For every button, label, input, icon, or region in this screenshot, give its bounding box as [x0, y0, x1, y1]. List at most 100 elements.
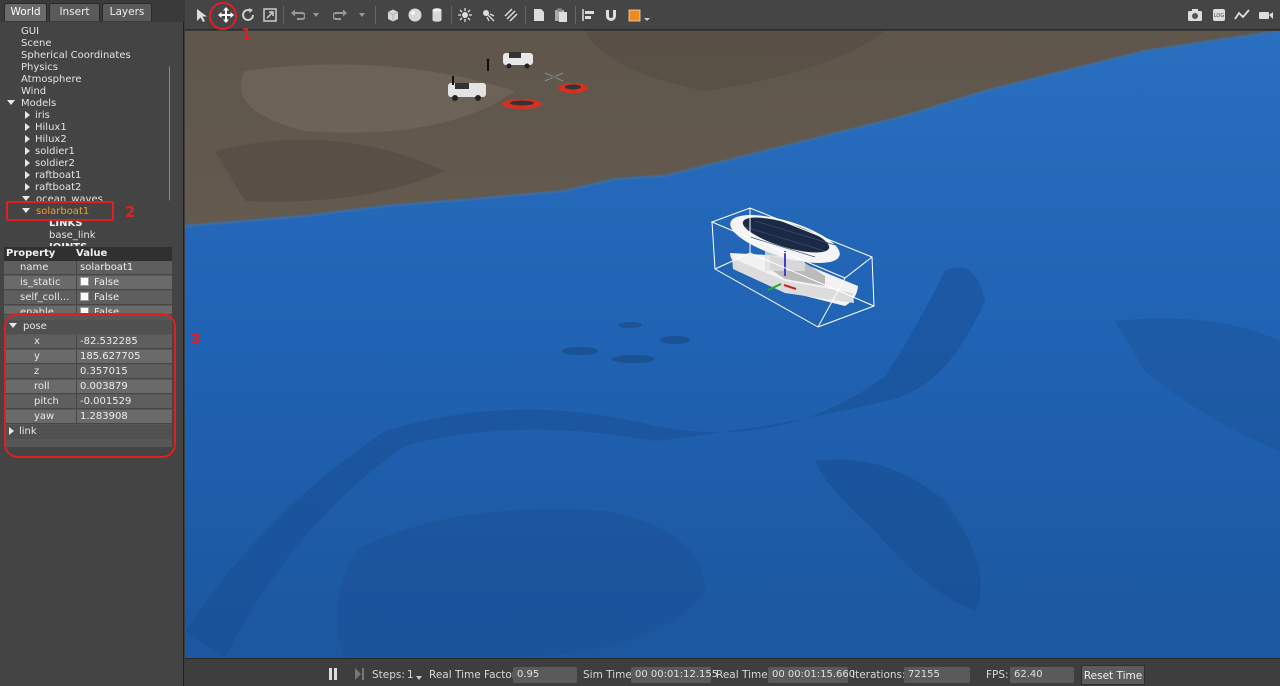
tab-layers[interactable]: Layers [102, 3, 152, 21]
tree-item-atmosphere[interactable]: Atmosphere [21, 74, 82, 86]
annotation-box-3 [4, 313, 176, 458]
scale-mode-button[interactable] [260, 5, 280, 25]
tree-item-spherical-coordinates[interactable]: Spherical Coordinates [21, 50, 131, 62]
sim-time-value: 00 00:01:12.155 [631, 667, 718, 683]
panel-tabs: World Insert Layers [0, 0, 184, 22]
submerged-shape [611, 355, 655, 363]
checkbox[interactable] [80, 292, 89, 301]
insert-cylinder-button[interactable] [427, 5, 447, 25]
directional-light-icon [504, 8, 518, 22]
undo-history-dropdown[interactable] [311, 5, 321, 25]
tree-item-gui[interactable]: GUI [21, 26, 39, 38]
log-button[interactable]: LOG [1209, 5, 1229, 25]
tab-insert[interactable]: Insert [49, 3, 100, 21]
video-record-button[interactable] [1256, 5, 1276, 25]
status-bar: Steps: 1 Real Time Factor: 0.95 Sim Time… [185, 658, 1280, 686]
tree-item-joints: JOINTS [49, 242, 87, 246]
align-button[interactable] [579, 5, 599, 25]
tree-item-soldier2[interactable]: soldier2 [25, 158, 75, 170]
directional-light-button[interactable] [501, 5, 521, 25]
toolbar-separator [525, 6, 526, 24]
view-angle-button[interactable] [625, 5, 651, 25]
camera-icon [1188, 9, 1202, 21]
point-light-button[interactable] [455, 5, 475, 25]
tree-item-raftboat2[interactable]: raftboat2 [25, 182, 81, 194]
properties-header: Property Value [4, 247, 172, 261]
real-time-label: Real Time: [716, 669, 772, 681]
redo-button[interactable] [331, 5, 351, 25]
annotation-box-2 [6, 201, 114, 221]
tree-item-base-link[interactable]: base_link [49, 230, 96, 242]
rotate-icon [242, 8, 254, 21]
toolbar-separator [451, 6, 452, 24]
tree-scrollbar[interactable] [169, 66, 170, 201]
undo-button[interactable] [287, 5, 307, 25]
step-button[interactable] [353, 667, 365, 681]
insert-box-button[interactable] [383, 5, 403, 25]
copy-button[interactable] [529, 5, 549, 25]
raftboat1-model[interactable] [502, 99, 542, 109]
collapse-arrow-icon[interactable] [25, 183, 30, 191]
checkbox-label: False [94, 292, 120, 303]
tree-item-label: soldier1 [35, 146, 75, 157]
property-column-header: Property [6, 248, 56, 259]
checkbox-label: False [94, 277, 120, 288]
prop-value: False [76, 276, 119, 290]
tree-item-raftboat1[interactable]: raftboat1 [25, 170, 81, 182]
pause-button[interactable] [327, 667, 339, 681]
tab-world[interactable]: World [4, 3, 47, 21]
steps-label: Steps: [372, 669, 405, 681]
spot-light-button[interactable] [478, 5, 498, 25]
soldier2-model[interactable] [452, 76, 454, 85]
cylinder-shape-icon [432, 8, 442, 22]
scene-viewport[interactable] [185, 31, 1280, 658]
real-time-factor-label: Real Time Factor: [429, 669, 520, 681]
plot-button[interactable] [1232, 5, 1252, 25]
expand-arrow-icon[interactable] [7, 100, 15, 105]
screenshot-button[interactable] [1185, 5, 1205, 25]
rotate-mode-button[interactable] [238, 5, 258, 25]
line-plot-icon [1234, 9, 1250, 20]
prop-key: name [20, 262, 49, 273]
snap-button[interactable] [601, 5, 621, 25]
insert-sphere-button[interactable] [405, 5, 425, 25]
chevron-down-icon [416, 676, 422, 680]
tree-item-iris[interactable]: iris [25, 110, 50, 122]
collapse-arrow-icon[interactable] [25, 111, 30, 119]
redo-history-dropdown[interactable] [357, 5, 367, 25]
iterations-label: Iterations: [852, 669, 906, 681]
collapse-arrow-icon[interactable] [25, 159, 30, 167]
steps-value[interactable]: 1 [407, 669, 414, 681]
tree-item-hilux1[interactable]: Hilux1 [25, 122, 67, 134]
tree-item-models[interactable]: Models [7, 98, 56, 110]
tree-item-wind[interactable]: Wind [21, 86, 46, 98]
tree-item-hilux2[interactable]: Hilux2 [25, 134, 67, 146]
tree-item-soldier1[interactable]: soldier1 [25, 146, 75, 158]
svg-text:LOG: LOG [1214, 13, 1225, 19]
tree-item-label: raftboat2 [35, 182, 82, 193]
collapse-arrow-icon[interactable] [25, 171, 30, 179]
tree-item-label: raftboat1 [35, 170, 82, 181]
annotation-label-2: 2 [125, 203, 136, 221]
collapse-arrow-icon[interactable] [25, 147, 30, 155]
copy-icon [534, 9, 544, 21]
tree-item-scene[interactable]: Scene [21, 38, 52, 50]
collapse-arrow-icon[interactable] [25, 135, 30, 143]
raftboat2-model[interactable] [558, 83, 588, 93]
prop-key: is_static [20, 277, 61, 288]
toolbar-separator [575, 6, 576, 24]
sim-time-label: Sim Time: [583, 669, 636, 681]
prop-value[interactable]: solarboat1 [76, 261, 133, 275]
reset-time-button[interactable]: Reset Time [1081, 665, 1145, 685]
undo-icon [291, 9, 305, 20]
collapse-arrow-icon[interactable] [25, 123, 30, 131]
steps-dropdown[interactable] [415, 672, 423, 684]
tree-item-label: Models [21, 98, 57, 109]
tree-item-physics[interactable]: Physics [21, 62, 58, 74]
paste-button[interactable] [551, 5, 571, 25]
scale-icon [263, 8, 277, 22]
tree-item-ocean-waves[interactable]: ocean_waves [22, 194, 103, 201]
toolbar-separator [375, 6, 376, 24]
checkbox[interactable] [80, 277, 89, 286]
step-forward-icon [355, 668, 364, 680]
